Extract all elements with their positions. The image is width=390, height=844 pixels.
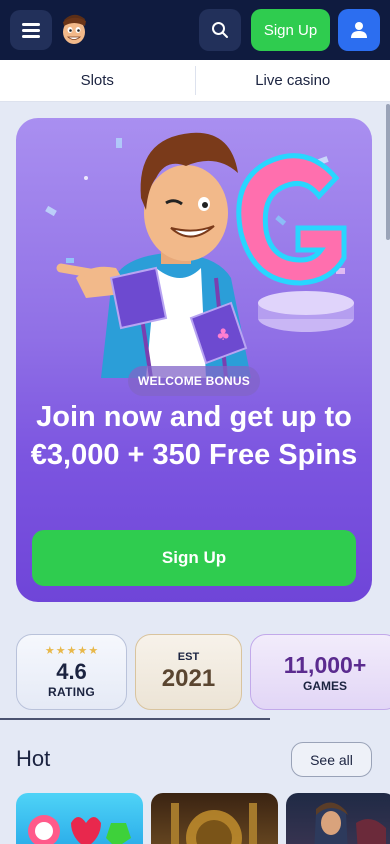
- star-icon: ★: [44, 644, 55, 657]
- star-icon: ★: [66, 644, 77, 657]
- hero-signup-button[interactable]: Sign Up: [32, 530, 356, 586]
- rating-card: ★ ★ ★ ★ ★ 4.6 RATING: [16, 634, 127, 710]
- account-button[interactable]: [338, 9, 380, 51]
- candy-game-thumbnail: [28, 815, 131, 844]
- rating-value: 4.6: [56, 658, 87, 684]
- game-tile[interactable]: [286, 793, 390, 844]
- top-header: Sign Up: [0, 0, 390, 60]
- established-card: EST 2021: [135, 634, 242, 710]
- star-icon: ★: [77, 644, 88, 657]
- games-label: GAMES: [302, 679, 347, 693]
- search-icon: [212, 22, 228, 38]
- search-button[interactable]: [199, 9, 241, 51]
- established-label: EST: [177, 651, 200, 663]
- rating-stars: ★ ★ ★ ★ ★: [44, 644, 99, 657]
- hero-headline: Join now and get up to €3,000 + 350 Free…: [30, 401, 358, 471]
- star-icon: ★: [55, 644, 66, 657]
- menu-button[interactable]: [10, 10, 52, 50]
- adventure-game-thumbnail: [314, 802, 386, 844]
- user-icon: [351, 22, 367, 38]
- hero-illustration: ♣: [45, 132, 354, 378]
- category-tabs: Slots Live casino: [0, 60, 390, 102]
- tab-slots[interactable]: Slots: [0, 60, 195, 101]
- mascot-logo[interactable]: [58, 12, 90, 48]
- game-tile[interactable]: [151, 793, 278, 844]
- svg-text:♣: ♣: [216, 325, 230, 344]
- hot-section-title: Hot: [16, 746, 51, 771]
- page-scrollbar[interactable]: [386, 104, 390, 240]
- tab-live-casino[interactable]: Live casino: [196, 60, 390, 101]
- established-year: 2021: [161, 665, 216, 692]
- game-tile[interactable]: [16, 793, 143, 844]
- header-signup-button[interactable]: Sign Up: [251, 9, 330, 51]
- menu-icon: [22, 23, 40, 38]
- see-all-button[interactable]: See all: [291, 742, 372, 777]
- welcome-bonus-banner[interactable]: ♣ WELCOME BONUS Join now and get up to €…: [16, 118, 372, 602]
- games-count: 11,000+: [283, 652, 367, 678]
- star-icon: ★: [88, 644, 99, 657]
- rating-label: RATING: [48, 684, 95, 699]
- welcome-bonus-badge: WELCOME BONUS: [128, 366, 260, 396]
- carousel-progress: [0, 718, 270, 720]
- egypt-game-thumbnail: [171, 803, 257, 844]
- games-card: 11,000+ GAMES: [250, 634, 390, 710]
